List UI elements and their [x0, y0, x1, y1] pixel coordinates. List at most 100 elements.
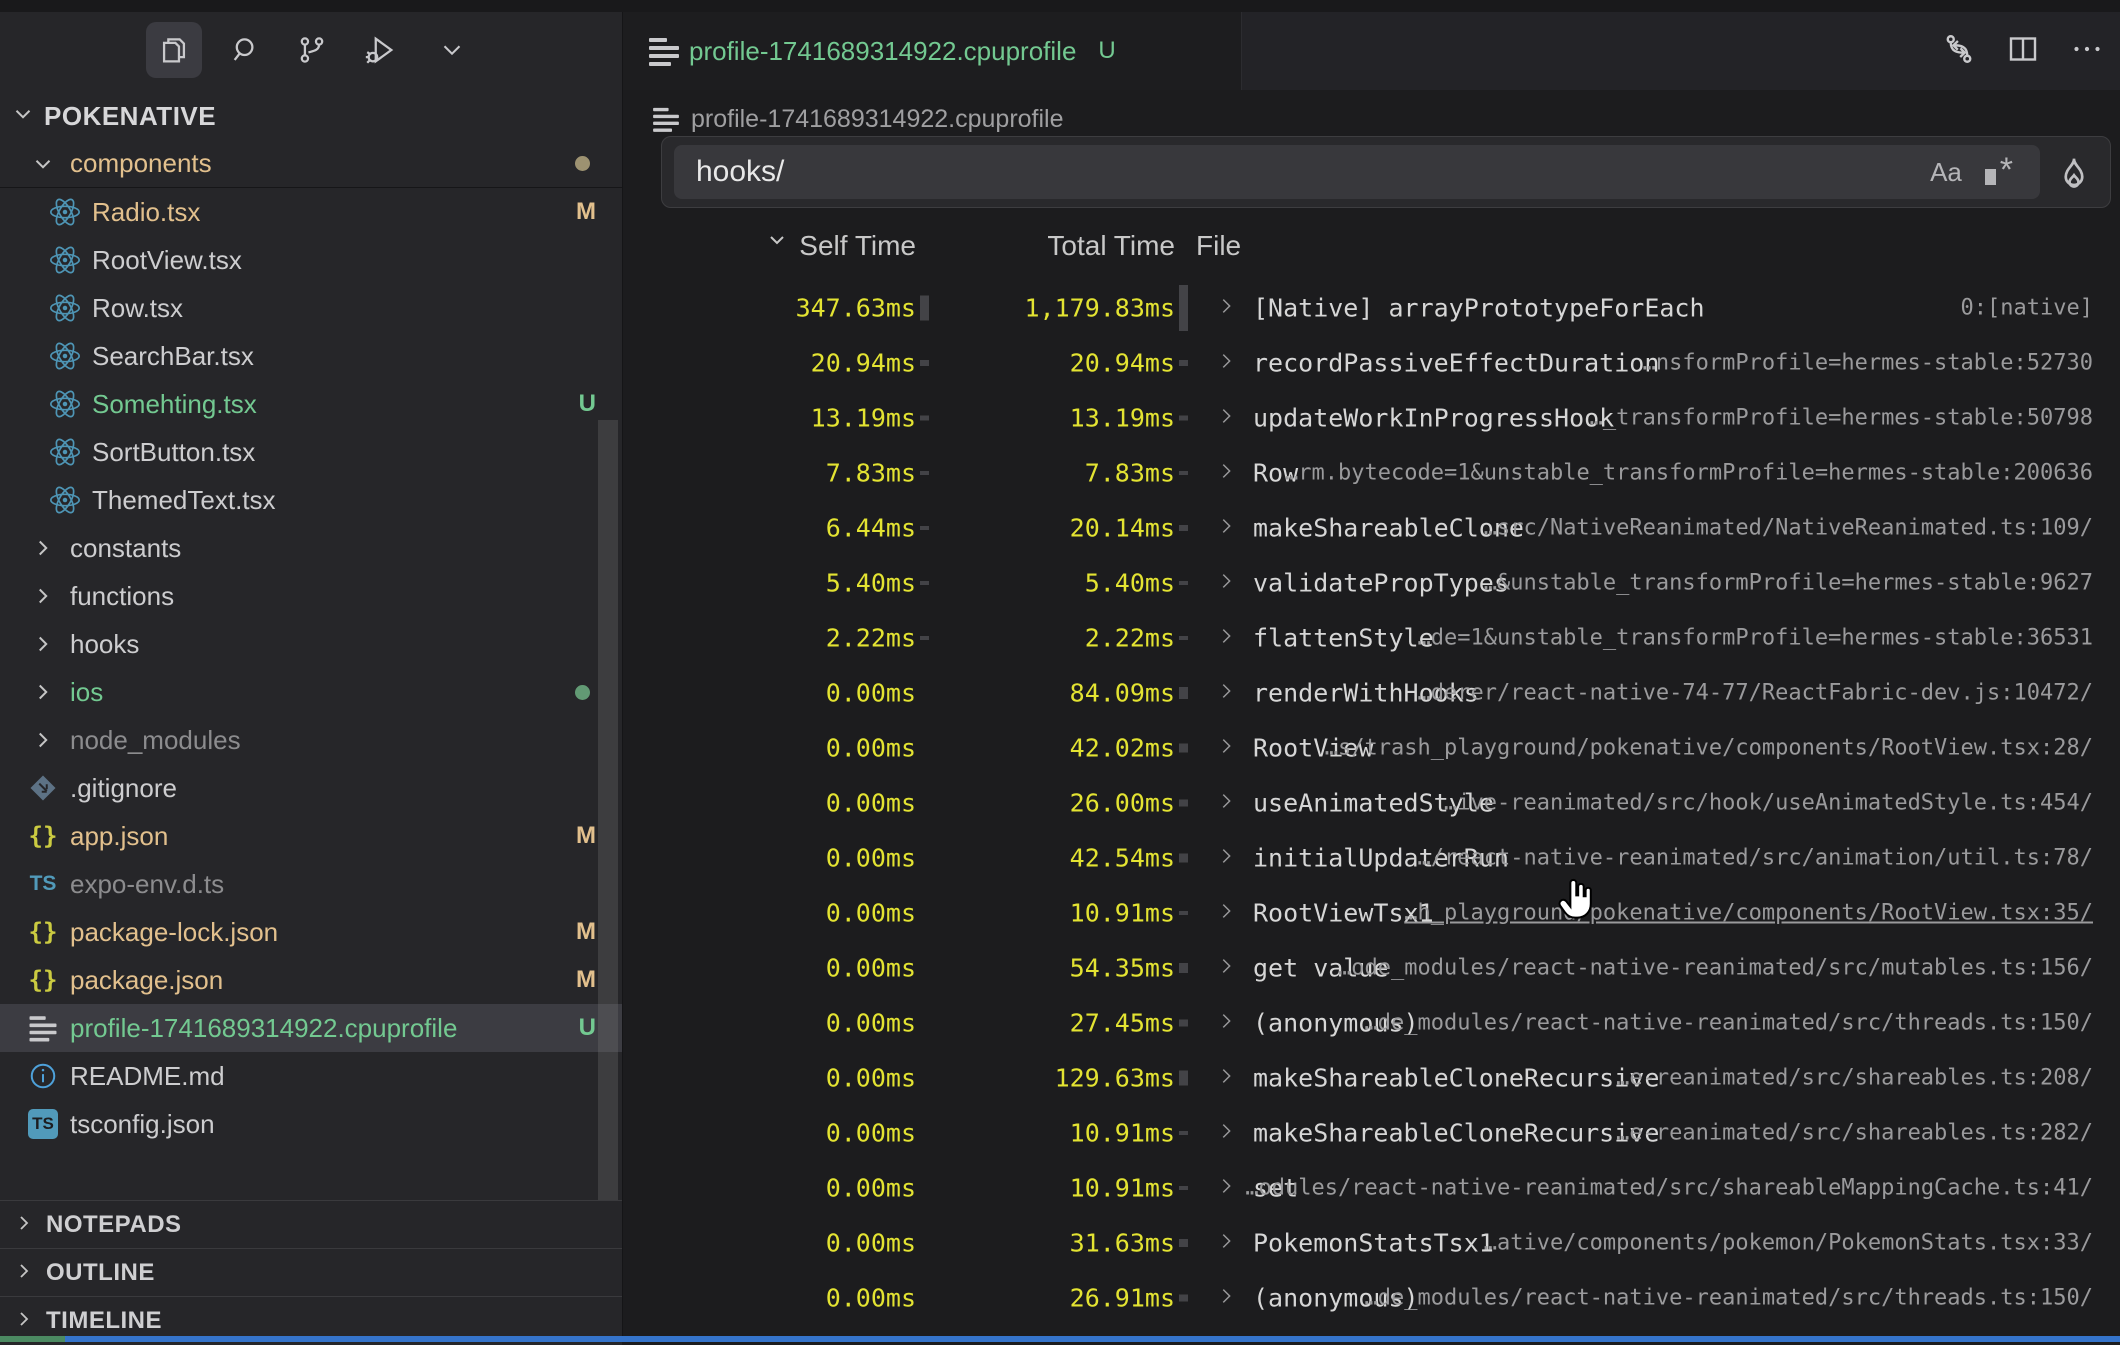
column-header-self-time[interactable]: Self Time [623, 230, 916, 262]
expand-chevron-icon[interactable] [1215, 570, 1237, 596]
row-location[interactable]: …derer/react-native-74-77/ReactFabric-de… [1417, 680, 2093, 705]
expand-chevron-icon[interactable] [1215, 1230, 1237, 1256]
row-location[interactable]: …ode_modules/react-native-reanimated/src… [1338, 955, 2093, 980]
row-location[interactable]: …ative/components/pokemon/PokemonStats.t… [1484, 1230, 2093, 1255]
expand-chevron-icon[interactable] [1215, 955, 1237, 981]
profile-row[interactable]: 2.22ms2.22msflattenStyle…de=1&unstable_t… [623, 610, 2120, 665]
row-location[interactable]: …s/trash_playground/pokenative/component… [1325, 735, 2093, 760]
profile-row[interactable]: 0.00ms26.91ms(anonymous)…de_modules/reac… [623, 1270, 2120, 1325]
tree-item-constants[interactable]: constants [0, 524, 622, 572]
tree-item-themedtext-tsx[interactable]: ThemedText.tsx [0, 476, 622, 524]
profile-row[interactable]: 7.83ms7.83msRow…rm.bytecode=1&unstable_t… [623, 445, 2120, 500]
expand-chevron-icon[interactable] [1215, 1065, 1237, 1091]
expand-chevron-icon[interactable] [1215, 790, 1237, 816]
tree-item-searchbar-tsx[interactable]: SearchBar.tsx [0, 332, 622, 380]
status-remote-indicator[interactable] [0, 1336, 65, 1342]
tree-item-components[interactable]: components [0, 140, 622, 188]
row-location[interactable]: …src/NativeReanimated/NativeReanimated.t… [1484, 515, 2093, 540]
explorer-icon[interactable] [146, 22, 202, 78]
expand-chevron-icon[interactable] [1215, 405, 1237, 431]
tree-item-profile-1741689314922-cpuprofile[interactable]: profile-1741689314922.cpuprofileU [0, 1004, 622, 1052]
tab-cpuprofile[interactable]: profile-1741689314922.cpuprofile U [623, 12, 1242, 90]
tree-item-hooks[interactable]: hooks [0, 620, 622, 668]
tree-item--gitignore[interactable]: .gitignore [0, 764, 622, 812]
expand-chevron-icon[interactable] [1215, 515, 1237, 541]
profile-row[interactable]: 0.00ms26.00msuseAnimatedStyle…ive-reanim… [623, 775, 2120, 830]
expand-chevron-icon[interactable] [1215, 680, 1237, 706]
row-location[interactable]: …&unstable_transformProfile=hermes-stabl… [1484, 570, 2093, 595]
split-editor-icon[interactable] [2005, 31, 2041, 72]
row-location[interactable]: …de_modules/react-native-reanimated/src/… [1365, 1285, 2093, 1310]
tree-item-somehting-tsx[interactable]: Somehting.tsxU [0, 380, 622, 428]
profile-row[interactable]: 0.00ms42.02msRootView…s/trash_playground… [623, 720, 2120, 775]
expand-chevron-icon[interactable] [1215, 1285, 1237, 1311]
row-location[interactable]: …de=1&unstable_transformProfile=hermes-s… [1417, 625, 2093, 650]
row-location[interactable]: …ive-reanimated/src/hook/useAnimatedStyl… [1444, 790, 2093, 815]
filter-input[interactable]: hooks/ Aa * [674, 145, 2040, 199]
profile-row[interactable]: 0.00ms84.09msrenderWithHooks…derer/react… [623, 665, 2120, 720]
expand-chevron-icon[interactable] [1215, 625, 1237, 651]
expand-chevron-icon[interactable] [1215, 900, 1237, 926]
tree-item-package-lock-json[interactable]: {}package-lock.jsonM [0, 908, 622, 956]
profile-row[interactable]: 0.00ms42.54msinitialUpdaterRun…/react-na… [623, 830, 2120, 885]
profile-row[interactable]: 0.00ms10.91msset…odules/react-native-rea… [623, 1160, 2120, 1215]
row-location[interactable]: …e-reanimated/src/shareables.ts:208/ [1616, 1065, 2093, 1090]
expand-chevron-icon[interactable] [1215, 735, 1237, 761]
expand-chevron-icon[interactable] [1215, 460, 1237, 486]
regex-toggle-icon[interactable]: * [1976, 145, 2020, 199]
tree-item-rootview-tsx[interactable]: RootView.tsx [0, 236, 622, 284]
expand-chevron-icon[interactable] [1215, 295, 1237, 321]
profile-row[interactable]: 0.00ms10.91msmakeShareableCloneRecursive… [623, 1105, 2120, 1160]
tree-item-row-tsx[interactable]: Row.tsx [0, 284, 622, 332]
profile-row[interactable]: 6.44ms20.14msmakeShareableClone…src/Nati… [623, 500, 2120, 555]
tree-item-ios[interactable]: ios [0, 668, 622, 716]
tree-item-expo-env-d-ts[interactable]: TSexpo-env.d.ts [0, 860, 622, 908]
row-location[interactable]: 0:[native] [1961, 295, 2093, 320]
row-location[interactable]: …_transformProfile=hermes-stable:50798 [1590, 405, 2093, 430]
more-actions-icon[interactable] [2069, 31, 2105, 72]
match-case-toggle[interactable]: Aa [1924, 145, 1968, 199]
profile-row[interactable]: 347.63ms1,179.83ms[Native] arrayPrototyp… [623, 280, 2120, 335]
tree-item-node-modules[interactable]: node_modules [0, 716, 622, 764]
tree-item-tsconfig-json[interactable]: TStsconfig.json [0, 1100, 622, 1148]
profile-row[interactable]: 0.00ms10.91msRootViewTsx1…h_playground/p… [623, 885, 2120, 940]
expand-chevron-icon[interactable] [1215, 1010, 1237, 1036]
search-icon[interactable] [218, 22, 274, 78]
tree-item-package-json[interactable]: {}package.jsonM [0, 956, 622, 1004]
panel-header-notepads[interactable]: NOTEPADS [0, 1200, 622, 1249]
column-header-total-time[interactable]: Total Time [943, 230, 1175, 262]
status-bar[interactable] [0, 1336, 2120, 1342]
expand-chevron-icon[interactable] [1215, 1120, 1237, 1146]
profile-row[interactable]: 0.00ms31.63msPokemonStatsTsx1…ative/comp… [623, 1215, 2120, 1270]
row-location[interactable]: …e-reanimated/src/shareables.ts:282/ [1616, 1120, 2093, 1145]
profile-row[interactable]: 5.40ms5.40msvalidatePropTypes…&unstable_… [623, 555, 2120, 610]
row-location[interactable]: …odules/react-native-reanimated/src/shar… [1245, 1175, 2093, 1200]
column-header-file[interactable]: File [1196, 230, 1241, 262]
tree-item-readme-md[interactable]: README.md [0, 1052, 622, 1100]
panel-header-outline[interactable]: OUTLINE [0, 1248, 622, 1297]
tree-item-functions[interactable]: functions [0, 572, 622, 620]
expand-chevron-icon[interactable] [1215, 845, 1237, 871]
profile-row[interactable]: 0.00ms27.45ms(anonymous)…de_modules/reac… [623, 995, 2120, 1050]
project-section-header[interactable]: POKENATIVE [0, 92, 622, 140]
row-location[interactable]: …rm.bytecode=1&unstable_transformProfile… [1285, 460, 2093, 485]
row-location[interactable]: …h_playground/pokenative/components/Root… [1404, 900, 2093, 925]
sidebar-scrollbar[interactable] [598, 420, 618, 1220]
tree-item-sortbutton-tsx[interactable]: SortButton.tsx [0, 428, 622, 476]
profile-row[interactable]: 0.00ms54.35msget value…ode_modules/react… [623, 940, 2120, 995]
row-location[interactable]: …de_modules/react-native-reanimated/src/… [1365, 1010, 2093, 1035]
source-control-icon[interactable] [284, 22, 340, 78]
row-location[interactable]: …nsformProfile=hermes-stable:52730 [1643, 350, 2093, 375]
flame-chart-toggle-icon[interactable] [2052, 151, 2096, 195]
expand-chevron-icon[interactable] [1215, 1175, 1237, 1201]
tree-item-radio-tsx[interactable]: Radio.tsxM [0, 188, 622, 236]
run-debug-icon[interactable] [352, 22, 408, 78]
profile-row[interactable]: 13.19ms13.19msupdateWorkInProgressHook…_… [623, 390, 2120, 445]
tree-item-app-json[interactable]: {}app.jsonM [0, 812, 622, 860]
compare-icon[interactable] [1941, 31, 1977, 72]
profile-row[interactable]: 20.94ms20.94msrecordPassiveEffectDuratio… [623, 335, 2120, 390]
profile-row[interactable]: 0.00ms129.63msmakeShareableCloneRecursiv… [623, 1050, 2120, 1105]
chevron-down-icon[interactable] [424, 22, 480, 78]
row-location[interactable]: …/react-native-reanimated/src/animation/… [1417, 845, 2093, 870]
expand-chevron-icon[interactable] [1215, 350, 1237, 376]
